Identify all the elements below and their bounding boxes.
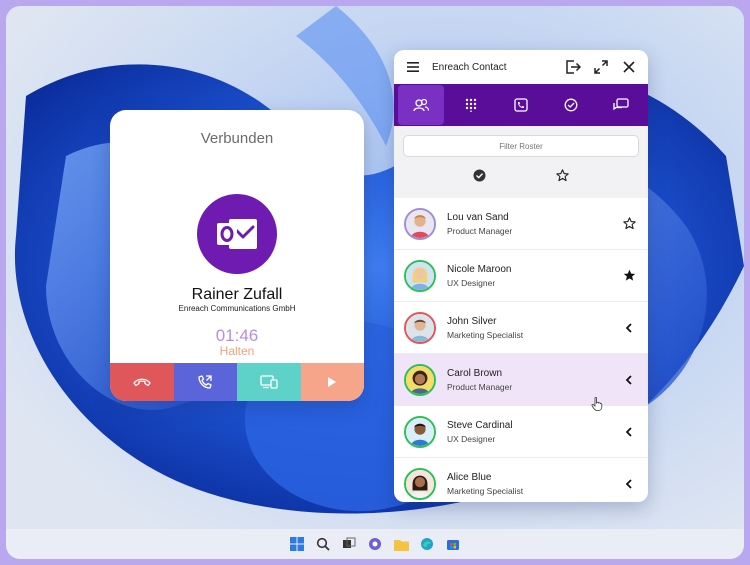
dialpad-icon — [465, 98, 477, 112]
avatar — [404, 259, 436, 292]
outlook-icon — [217, 219, 257, 249]
tab-dialpad[interactable] — [448, 85, 494, 125]
taskbar — [6, 529, 744, 559]
store-icon[interactable] — [443, 534, 463, 554]
contact-panel: Enreach Contact Filter Roster Lou van Sa… — [394, 50, 648, 502]
list-item[interactable]: John Silver Marketing Specialist — [394, 302, 648, 354]
presence-icon — [564, 98, 578, 112]
expand-contact-button[interactable] — [620, 475, 638, 493]
search-icon[interactable] — [313, 534, 333, 554]
tab-presence[interactable] — [548, 85, 594, 125]
tab-call-log[interactable] — [498, 85, 544, 125]
expand-contact-button[interactable] — [620, 319, 638, 337]
caller-avatar — [197, 194, 277, 274]
star-outline-icon — [622, 217, 636, 230]
contact-name: John Silver — [447, 315, 497, 327]
call-log-icon — [514, 98, 528, 112]
favorite-button[interactable] — [620, 267, 638, 285]
call-timer: 01:46 — [215, 326, 259, 345]
contact-name: Nicole Maroon — [447, 263, 512, 275]
check-circle-icon[interactable] — [473, 169, 486, 187]
transfer-call-button[interactable] — [173, 363, 237, 401]
chat-icon — [613, 98, 629, 111]
call-actions — [110, 363, 364, 401]
contacts-icon — [413, 98, 429, 112]
device-switch-button[interactable] — [237, 363, 301, 401]
expand-icon[interactable] — [592, 58, 610, 76]
avatar — [404, 415, 436, 448]
panel-title: Enreach Contact — [432, 61, 507, 73]
caller-company: Enreach Communications GmbH — [178, 304, 296, 313]
tab-contacts[interactable] — [398, 85, 444, 125]
list-item[interactable]: Lou van Sand Product Manager — [394, 198, 648, 250]
hold-status: Halten — [219, 344, 255, 358]
contact-name: Carol Brown — [447, 367, 503, 379]
contact-role: UX Designer — [447, 277, 496, 288]
menu-icon[interactable] — [404, 58, 422, 76]
device-switch-icon — [260, 375, 278, 389]
call-status: Verbunden — [200, 130, 274, 147]
filter-roster-input[interactable] — [403, 135, 639, 157]
filter-area — [394, 126, 648, 198]
expand-contact-button[interactable] — [620, 371, 638, 389]
contact-role: Marketing Specialist — [447, 485, 524, 496]
star-outline-icon[interactable] — [556, 169, 569, 187]
filter-toggles — [403, 169, 639, 187]
caller-name: Rainer Zufall — [191, 286, 283, 303]
contact-role: Product Manager — [447, 225, 513, 236]
play-icon — [328, 377, 337, 387]
contact-name: Lou van Sand — [447, 211, 509, 223]
avatar — [404, 207, 436, 240]
file-explorer-icon[interactable] — [391, 534, 411, 554]
hangup-button[interactable] — [110, 363, 174, 401]
list-item[interactable]: Carol Brown Product Manager — [394, 354, 648, 406]
resume-button[interactable] — [300, 363, 364, 401]
windows-start-icon[interactable] — [287, 534, 307, 554]
chevron-left-icon — [625, 426, 632, 437]
contact-role: Product Manager — [447, 381, 513, 392]
logout-icon[interactable] — [564, 58, 582, 76]
expand-contact-button[interactable] — [620, 423, 638, 441]
tab-bar — [394, 84, 648, 126]
panel-header: Enreach Contact — [394, 50, 648, 84]
task-view-icon[interactable] — [339, 534, 359, 554]
active-call-card: Verbunden Rainer Zufall Enreach Communic… — [110, 110, 364, 401]
chevron-left-icon — [625, 478, 632, 489]
avatar — [404, 467, 436, 500]
close-icon[interactable] — [620, 58, 638, 76]
contact-list: Lou van Sand Product Manager Nicole Maroo… — [394, 198, 648, 502]
avatar — [404, 363, 436, 396]
hangup-icon — [133, 378, 151, 387]
list-item[interactable]: Nicole Maroon UX Designer — [394, 250, 648, 302]
tab-chat[interactable] — [598, 85, 644, 125]
contact-role: Marketing Specialist — [447, 329, 524, 340]
contact-name: Steve Cardinal — [447, 419, 513, 431]
chevron-left-icon — [625, 374, 632, 385]
list-item[interactable]: Alice Blue Marketing Specialist — [394, 458, 648, 502]
chevron-left-icon — [625, 322, 632, 333]
chat-app-icon[interactable] — [365, 534, 385, 554]
star-filled-icon — [623, 269, 635, 281]
favorite-button[interactable] — [620, 215, 638, 233]
transfer-call-icon — [198, 375, 212, 389]
list-item[interactable]: Steve Cardinal UX Designer — [394, 406, 648, 458]
avatar — [404, 311, 436, 344]
contact-role: UX Designer — [447, 433, 496, 444]
contact-name: Alice Blue — [447, 471, 492, 483]
mouse-cursor — [591, 397, 603, 411]
edge-browser-icon[interactable] — [417, 534, 437, 554]
